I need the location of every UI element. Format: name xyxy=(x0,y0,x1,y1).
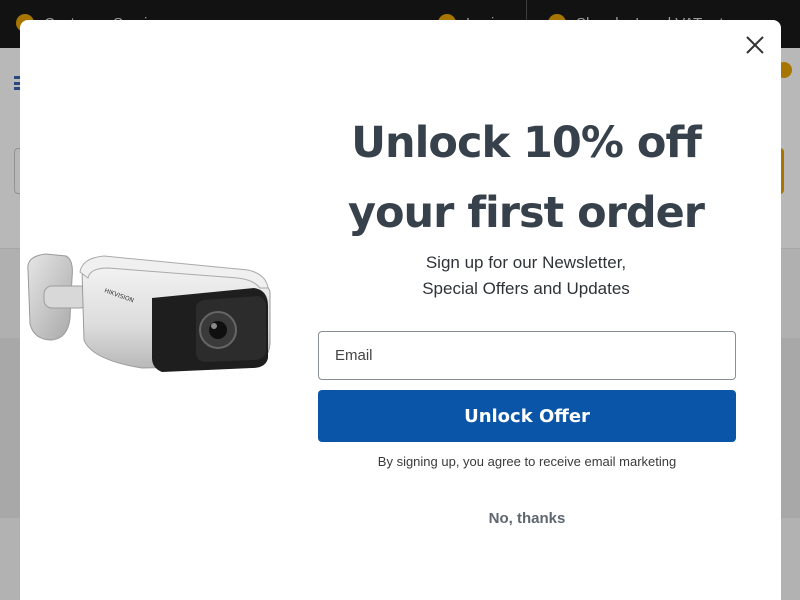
marketing-disclaimer: By signing up, you agree to receive emai… xyxy=(377,454,677,469)
headline: Unlock 10% off your first order xyxy=(316,108,736,248)
email-field[interactable] xyxy=(318,331,736,380)
subheadline-line-2: Special Offers and Updates xyxy=(422,279,630,298)
newsletter-popup: HIKVISION Unlock 10% off your first orde… xyxy=(20,20,781,600)
unlock-offer-button[interactable]: Unlock Offer xyxy=(318,390,736,442)
headline-line-1: Unlock 10% off xyxy=(351,118,702,168)
subheadline: Sign up for our Newsletter, Special Offe… xyxy=(316,250,736,302)
security-camera-image: HIKVISION xyxy=(27,253,271,372)
headline-line-2: your first order xyxy=(347,188,705,238)
subheadline-line-1: Sign up for our Newsletter, xyxy=(425,253,627,272)
close-icon xyxy=(746,36,764,54)
close-button[interactable] xyxy=(742,32,768,58)
no-thanks-button[interactable]: No, thanks xyxy=(436,510,618,527)
